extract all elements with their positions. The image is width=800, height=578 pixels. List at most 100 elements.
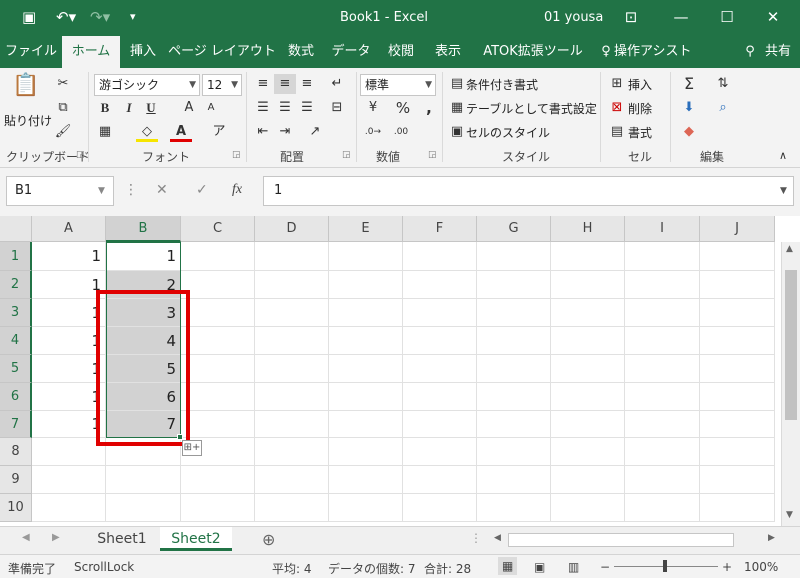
column-header-d[interactable]: D xyxy=(255,216,329,242)
tab-view[interactable]: 表示 xyxy=(424,36,472,68)
save-icon[interactable]: ▣ xyxy=(22,8,36,26)
cell-h8[interactable] xyxy=(551,438,625,466)
cell-d9[interactable] xyxy=(255,466,329,494)
tab-page-layout[interactable]: ページ レイアウト xyxy=(166,36,278,68)
cell-c1[interactable] xyxy=(181,242,255,271)
italic-button[interactable]: I xyxy=(118,98,140,118)
page-layout-view-icon[interactable]: ▣ xyxy=(534,560,545,574)
prev-sheet-icon[interactable]: ◀ xyxy=(22,532,30,543)
column-header-g[interactable]: G xyxy=(477,216,551,242)
cell-i10[interactable] xyxy=(625,494,700,522)
cell-i4[interactable] xyxy=(625,327,700,355)
cell-j3[interactable] xyxy=(700,299,775,327)
cell-j8[interactable] xyxy=(700,438,775,466)
cell-i5[interactable] xyxy=(625,355,700,383)
cell-f6[interactable] xyxy=(403,383,477,411)
increase-decimal-icon[interactable]: .0→ xyxy=(362,122,384,142)
bold-button[interactable]: B xyxy=(94,98,116,118)
cell-g7[interactable] xyxy=(477,411,551,438)
zoom-in-icon[interactable]: + xyxy=(722,560,732,574)
minimize-icon[interactable]: — xyxy=(666,6,696,28)
customize-qat-icon[interactable]: ▾ xyxy=(130,8,136,26)
cell-i9[interactable] xyxy=(625,466,700,494)
cell-c2[interactable] xyxy=(181,271,255,299)
close-icon[interactable]: ✕ xyxy=(758,6,788,28)
cell-f5[interactable] xyxy=(403,355,477,383)
column-header-e[interactable]: E xyxy=(329,216,403,242)
fill-icon[interactable]: ⬇ xyxy=(678,98,700,118)
cell-i1[interactable] xyxy=(625,242,700,271)
cell-g2[interactable] xyxy=(477,271,551,299)
cell-d5[interactable] xyxy=(255,355,329,383)
format-cells-button[interactable]: 書式 xyxy=(628,124,652,141)
number-format-select[interactable]: 標準 ▼ xyxy=(360,74,436,96)
cell-d7[interactable] xyxy=(255,411,329,438)
cell-e8[interactable] xyxy=(329,438,403,466)
cut-icon[interactable]: ✂ xyxy=(52,74,74,94)
expand-formula-icon[interactable]: ▼ xyxy=(780,186,787,196)
autofill-options-icon[interactable]: ⊞+ xyxy=(182,440,202,456)
paste-icon[interactable]: 📋 xyxy=(12,75,39,106)
next-sheet-icon[interactable]: ▶ xyxy=(52,532,60,543)
cell-a3[interactable]: 1 xyxy=(32,299,106,327)
decrease-indent-icon[interactable]: ⇤ xyxy=(252,122,274,142)
cell-c4[interactable] xyxy=(181,327,255,355)
cell-e7[interactable] xyxy=(329,411,403,438)
cell-e1[interactable] xyxy=(329,242,403,271)
cell-e6[interactable] xyxy=(329,383,403,411)
cell-a10[interactable] xyxy=(32,494,106,522)
row-header-7[interactable]: 7 xyxy=(0,411,32,438)
cell-f9[interactable] xyxy=(403,466,477,494)
cell-e3[interactable] xyxy=(329,299,403,327)
cell-i6[interactable] xyxy=(625,383,700,411)
cell-d10[interactable] xyxy=(255,494,329,522)
cell-i2[interactable] xyxy=(625,271,700,299)
cell-a8[interactable] xyxy=(32,438,106,466)
wrap-text-icon[interactable]: ↵ xyxy=(326,74,348,94)
cell-e4[interactable] xyxy=(329,327,403,355)
conditional-format-icon[interactable]: ▤ xyxy=(446,74,468,94)
font-launcher-icon[interactable]: ◲ xyxy=(232,150,241,160)
scroll-up-icon[interactable]: ▲ xyxy=(786,244,793,254)
align-center-icon[interactable]: ☰ xyxy=(274,98,296,118)
cell-h2[interactable] xyxy=(551,271,625,299)
sheet-tab-sheet1[interactable]: Sheet1 xyxy=(88,527,156,551)
phonetic-icon[interactable]: ア xyxy=(208,122,230,142)
cell-a6[interactable]: 1 xyxy=(32,383,106,411)
cell-d6[interactable] xyxy=(255,383,329,411)
cell-f4[interactable] xyxy=(403,327,477,355)
maximize-icon[interactable]: ☐ xyxy=(712,6,742,28)
cell-f1[interactable] xyxy=(403,242,477,271)
cell-g5[interactable] xyxy=(477,355,551,383)
format-as-table-button[interactable]: テーブルとして書式設定 xyxy=(466,100,597,117)
cell-h7[interactable] xyxy=(551,411,625,438)
cell-a1[interactable]: 1 xyxy=(32,242,106,271)
cell-h4[interactable] xyxy=(551,327,625,355)
align-top-icon[interactable]: ≡ xyxy=(252,74,274,94)
column-header-j[interactable]: J xyxy=(700,216,775,242)
align-middle-icon[interactable]: ≡ xyxy=(274,74,296,94)
enter-icon[interactable]: ✓ xyxy=(196,182,208,198)
tab-data[interactable]: データ xyxy=(324,36,378,68)
cell-g3[interactable] xyxy=(477,299,551,327)
font-size-select[interactable]: 12 ▼ xyxy=(202,74,242,96)
cell-g1[interactable] xyxy=(477,242,551,271)
cell-styles-icon[interactable]: ▣ xyxy=(446,122,468,142)
grow-font-button[interactable]: A xyxy=(178,98,200,118)
tab-file[interactable]: ファイル xyxy=(0,36,62,68)
row-header-1[interactable]: 1 xyxy=(0,242,32,271)
collapse-ribbon-icon[interactable]: ∧ xyxy=(772,146,794,166)
cell-f8[interactable] xyxy=(403,438,477,466)
normal-view-icon[interactable]: ▦ xyxy=(498,557,518,575)
cell-h3[interactable] xyxy=(551,299,625,327)
cell-h1[interactable] xyxy=(551,242,625,271)
cell-b9[interactable] xyxy=(106,466,181,494)
tab-tell-me[interactable]: 操作アシスト xyxy=(614,36,694,68)
find-icon[interactable]: ⌕ xyxy=(712,98,734,118)
cell-c9[interactable] xyxy=(181,466,255,494)
conditional-format-button[interactable]: 条件付き書式 xyxy=(466,76,538,93)
cell-j1[interactable] xyxy=(700,242,775,271)
cell-a4[interactable]: 1 xyxy=(32,327,106,355)
cell-g6[interactable] xyxy=(477,383,551,411)
insert-function-button[interactable]: fx xyxy=(232,182,242,198)
